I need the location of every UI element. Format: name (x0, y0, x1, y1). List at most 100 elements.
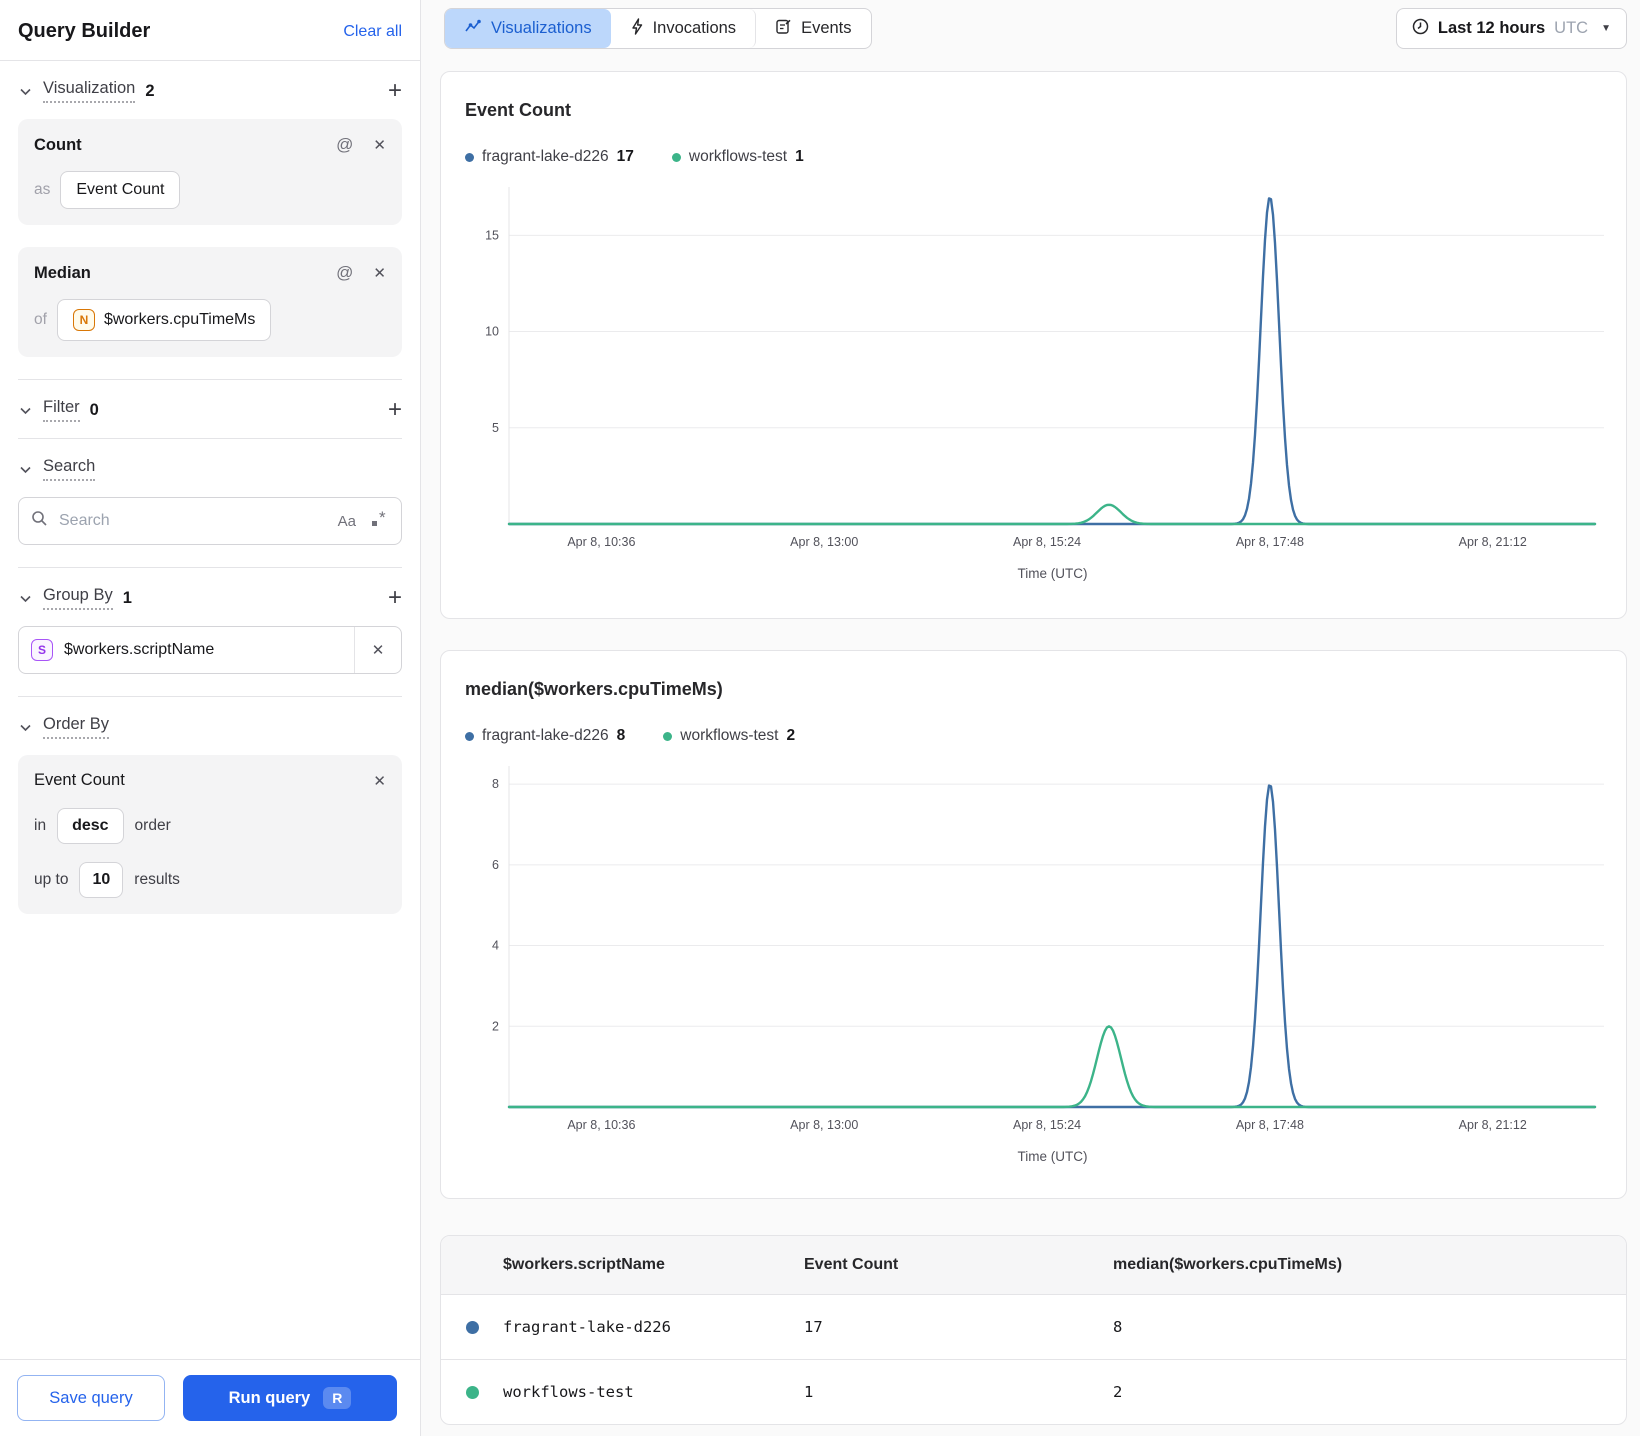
filter-section-label: Filter (43, 398, 80, 422)
regex-icon[interactable]: * (370, 508, 389, 533)
sort-direction-value: desc (72, 817, 109, 834)
visualization-count: 2 (145, 81, 155, 100)
time-range-label: Last 12 hours (1437, 19, 1546, 37)
divider (18, 379, 402, 380)
group-by-count: 1 (122, 588, 132, 607)
svg-text:Apr 8, 13:00: Apr 8, 13:00 (790, 1118, 858, 1132)
run-shortcut-badge: R (323, 1387, 352, 1409)
svg-text:15: 15 (485, 228, 499, 242)
tab-visualizations-label: Visualizations (491, 19, 592, 37)
add-filter-button[interactable]: + (388, 398, 402, 422)
legend-value: 17 (616, 148, 634, 165)
in-label: in (34, 817, 47, 834)
tab-invocations[interactable]: Invocations (611, 9, 757, 48)
legend-item[interactable]: workflows-test 2 (663, 727, 795, 745)
of-label: of (34, 311, 47, 328)
add-group-by-button[interactable]: + (388, 586, 402, 610)
caret-down-icon: ▼ (1601, 23, 1611, 34)
legend-name: workflows-test (680, 727, 779, 744)
median-cpu-chart-card: median($workers.cpuTimeMs) fragrant-lake… (440, 650, 1627, 1199)
order-by-card: Event Count ✕ in desc order up to 10 res… (18, 755, 402, 914)
group-by-field: $workers.scriptName (64, 641, 215, 658)
series-dot (465, 152, 474, 162)
filter-count: 0 (89, 400, 99, 419)
table-row[interactable]: workflows-test 1 2 (441, 1360, 1626, 1424)
series-dot (465, 1385, 479, 1399)
mention-icon[interactable]: @ (336, 135, 353, 155)
search-section-header[interactable]: Search (18, 457, 402, 481)
svg-text:Apr 8, 15:24: Apr 8, 15:24 (1013, 535, 1081, 549)
legend-value: 1 (795, 148, 804, 165)
svg-text:2: 2 (492, 1019, 499, 1033)
cell-script-name: workflows-test (503, 1383, 634, 1401)
table-header-row: $workers.scriptName Event Count median($… (441, 1236, 1626, 1295)
lightning-icon (630, 17, 644, 40)
svg-text:4: 4 (492, 939, 499, 953)
svg-text:6: 6 (492, 858, 499, 872)
count-alias-field[interactable]: Event Count (60, 171, 181, 209)
series-dot (663, 731, 673, 741)
tab-visualizations[interactable]: Visualizations (445, 9, 611, 48)
column-header-event-count: Event Count (804, 1256, 899, 1273)
save-query-button[interactable]: Save query (17, 1375, 165, 1421)
divider (18, 567, 402, 568)
sort-direction-selector[interactable]: desc (57, 808, 124, 844)
median-field-value: $workers.cpuTimeMs (103, 311, 256, 328)
table-row[interactable]: fragrant-lake-d226 17 8 (441, 1295, 1626, 1360)
run-query-label: Run query (228, 1388, 311, 1407)
series-dot (671, 152, 681, 162)
page-title: Query Builder (18, 20, 151, 42)
clock-icon (1412, 18, 1429, 40)
legend-name: workflows-test (688, 148, 788, 165)
visualization-section-header[interactable]: Visualization 2 + (18, 79, 402, 103)
group-by-item[interactable]: S $workers.scriptName ✕ (18, 626, 402, 674)
case-sensitivity-icon[interactable]: Aa (338, 513, 356, 530)
clear-all-link[interactable]: Clear all (343, 23, 402, 41)
group-by-section-header[interactable]: Group By 1 + (18, 586, 402, 610)
event-count-chart-card: Event Count fragrant-lake-d226 17 workfl… (440, 71, 1627, 619)
view-tabs: Visualizations Invocations Events (444, 8, 872, 49)
chevron-down-icon (18, 720, 33, 735)
event-count-line-chart[interactable]: 5 10 15 Apr 8, 10:36 Apr 8, 13:00 Apr 8, 15:2… (465, 183, 1604, 583)
chevron-down-icon (18, 462, 33, 477)
limit-input[interactable]: 10 (79, 862, 124, 898)
legend-item[interactable]: workflows-test 1 (671, 148, 804, 166)
remove-median-icon[interactable]: ✕ (373, 264, 386, 282)
remove-group-by-icon[interactable]: ✕ (354, 627, 401, 673)
search-box: Aa * (18, 497, 402, 545)
svg-text:10: 10 (485, 325, 499, 339)
chevron-down-icon (18, 84, 33, 99)
svg-text:Apr 8, 10:36: Apr 8, 10:36 (567, 1118, 635, 1132)
svg-text:Apr 8, 15:24: Apr 8, 15:24 (1013, 1118, 1081, 1132)
svg-text:*: * (379, 510, 386, 527)
remove-count-icon[interactable]: ✕ (373, 136, 386, 154)
time-range-selector[interactable]: Last 12 hours UTC ▼ (1395, 8, 1627, 49)
cell-median: 8 (1113, 1318, 1123, 1336)
legend-value: 2 (786, 727, 796, 744)
median-visualization-card: Median @ ✕ of N $workers.cpuTimeMs (18, 247, 402, 357)
series-dot (465, 731, 474, 741)
search-input[interactable] (57, 511, 338, 531)
median-field-selector[interactable]: N $workers.cpuTimeMs (56, 299, 272, 341)
order-by-section-header[interactable]: Order By (18, 715, 402, 739)
legend-value: 8 (616, 727, 626, 744)
count-alias-value: Event Count (76, 181, 165, 198)
legend-item[interactable]: fragrant-lake-d226 17 (465, 148, 634, 166)
tab-events[interactable]: Events (756, 9, 870, 48)
event-log-icon (775, 18, 792, 40)
median-cpu-line-chart[interactable]: 2 4 6 8 Apr 8, 10:36 Apr 8, 13:00 Apr 8, 15:24… (465, 762, 1604, 1166)
add-visualization-button[interactable]: + (388, 79, 402, 103)
limit-value: 10 (92, 871, 111, 888)
search-icon (31, 510, 48, 532)
run-query-button[interactable]: Run query R (183, 1375, 397, 1421)
main-content: Visualizations Invocations Events Last 1… (422, 0, 1640, 1436)
svg-text:Apr 8, 17:48: Apr 8, 17:48 (1236, 1118, 1304, 1132)
remove-order-by-icon[interactable]: ✕ (373, 772, 386, 790)
filter-section-header[interactable]: Filter 0 + (18, 398, 402, 422)
number-type-icon: N (72, 309, 95, 331)
mention-icon[interactable]: @ (336, 263, 353, 283)
column-header-median: median($workers.cpuTimeMs) (1113, 1256, 1343, 1273)
svg-text:Apr 8, 13:00: Apr 8, 13:00 (790, 535, 858, 549)
legend-item[interactable]: fragrant-lake-d226 8 (465, 727, 625, 745)
count-card-title: Count (34, 135, 82, 154)
